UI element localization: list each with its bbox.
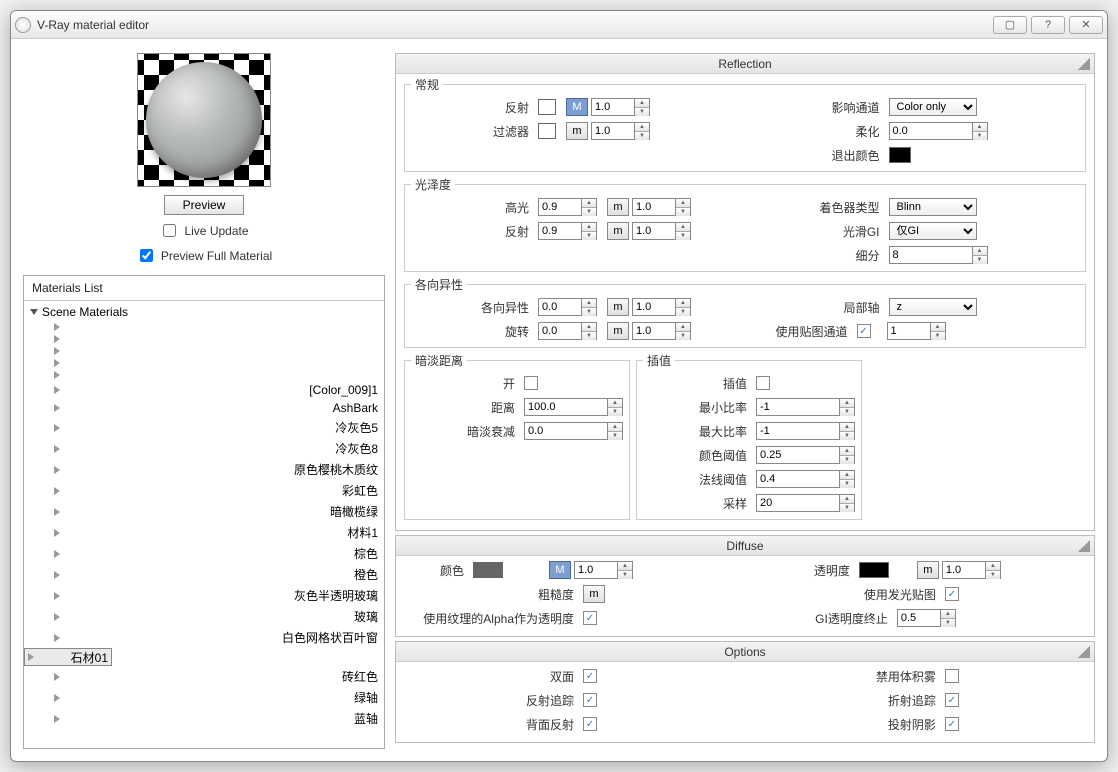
preview-full-checkbox[interactable]: Preview Full Material bbox=[136, 246, 272, 265]
options-header[interactable]: Options bbox=[396, 642, 1094, 662]
exit-color[interactable] bbox=[889, 147, 911, 163]
interp-checkbox[interactable] bbox=[756, 376, 770, 390]
gi-select[interactable]: 仅GI bbox=[889, 222, 977, 240]
tree-item[interactable]: 材料1 bbox=[24, 522, 384, 543]
tree-item[interactable] bbox=[24, 333, 384, 345]
ds-checkbox[interactable]: ✓ bbox=[583, 669, 597, 683]
filter-color[interactable] bbox=[538, 123, 556, 139]
tree-item[interactable]: 蓝轴 bbox=[24, 708, 384, 729]
reflection-section: Reflection 常规 反射M▲▼ 过滤器m▲▼ 影响通道Color onl… bbox=[395, 53, 1095, 531]
tree-item[interactable]: 橙色 bbox=[24, 564, 384, 585]
app-icon bbox=[15, 17, 31, 33]
rough-map-button[interactable]: m bbox=[583, 585, 605, 603]
tree-item[interactable]: 灰色半透明玻璃 bbox=[24, 585, 384, 606]
preview-thumbnail bbox=[137, 53, 271, 187]
window-title: V-Ray material editor bbox=[37, 18, 989, 32]
reflection-header[interactable]: Reflection bbox=[396, 54, 1094, 74]
titlebar: V-Ray material editor ▢ ? ✕ bbox=[11, 11, 1107, 39]
tree-item[interactable]: [Color_009]1 bbox=[24, 381, 384, 399]
materials-list-panel: Materials List Scene Materials [Color_00… bbox=[23, 275, 385, 749]
reflect-amount[interactable] bbox=[591, 98, 635, 116]
materials-list-title: Materials List bbox=[24, 276, 384, 301]
tree-item[interactable]: 白色网格状百叶窗 bbox=[24, 627, 384, 648]
emap-checkbox[interactable]: ✓ bbox=[945, 587, 959, 601]
tree-item[interactable]: 原色樱桃木质纹 bbox=[24, 459, 384, 480]
subdiv-input[interactable] bbox=[889, 246, 973, 264]
refl-gloss-input[interactable] bbox=[538, 222, 582, 240]
tree-item[interactable]: 暗橄榄绿 bbox=[24, 501, 384, 522]
tree-item[interactable] bbox=[24, 321, 384, 333]
axis-select[interactable]: z bbox=[889, 298, 977, 316]
diffuse-header[interactable]: Diffuse bbox=[396, 536, 1094, 556]
help-button[interactable]: ? bbox=[1031, 16, 1065, 34]
window: V-Ray material editor ▢ ? ✕ Preview Live… bbox=[10, 10, 1108, 762]
cs-checkbox[interactable]: ✓ bbox=[945, 717, 959, 731]
vf-checkbox[interactable] bbox=[945, 669, 959, 683]
tree-item[interactable]: 砖红色 bbox=[24, 666, 384, 687]
soften-input[interactable] bbox=[889, 122, 973, 140]
hilight-map-button[interactable]: m bbox=[607, 198, 629, 216]
preview-button[interactable]: Preview bbox=[164, 195, 245, 215]
diffuse-section: Diffuse 颜色M▲▼ 粗糙度m 使用纹理的Alpha作为透明度✓ 透明度m… bbox=[395, 535, 1095, 637]
affect-channel-select[interactable]: Color only bbox=[889, 98, 977, 116]
tree-item[interactable]: 玻璃 bbox=[24, 606, 384, 627]
materials-list[interactable]: Scene Materials [Color_009]1AshBark冷灰色5冷… bbox=[24, 301, 384, 748]
opac-color[interactable] bbox=[859, 562, 889, 578]
tree-item[interactable]: 棕色 bbox=[24, 543, 384, 564]
tree-item[interactable]: 绿轴 bbox=[24, 687, 384, 708]
alpha-checkbox[interactable]: ✓ bbox=[583, 611, 597, 625]
options-section: Options 双面✓ 反射追踪✓ 背面反射✓ 禁用体积雾 折射追踪✓ 投射阴影… bbox=[395, 641, 1095, 743]
tree-item[interactable] bbox=[24, 345, 384, 357]
reflect-color[interactable] bbox=[538, 99, 556, 115]
min-button[interactable]: ▢ bbox=[993, 16, 1027, 34]
close-button[interactable]: ✕ bbox=[1069, 16, 1103, 34]
tree-item[interactable]: 石材01 bbox=[24, 648, 112, 666]
dim-on-checkbox[interactable] bbox=[524, 376, 538, 390]
filter-map-button[interactable]: m bbox=[566, 122, 588, 140]
tree-item[interactable] bbox=[24, 357, 384, 369]
tree-root[interactable]: Scene Materials bbox=[24, 303, 384, 321]
diffuse-map-button[interactable]: M bbox=[549, 561, 571, 579]
tree-item[interactable]: 冷灰色8 bbox=[24, 438, 384, 459]
tree-item[interactable]: 彩虹色 bbox=[24, 480, 384, 501]
tree-item[interactable]: AshBark bbox=[24, 399, 384, 417]
rft-checkbox[interactable]: ✓ bbox=[945, 693, 959, 707]
filter-amount[interactable] bbox=[591, 122, 635, 140]
reflect-map-button[interactable]: M bbox=[566, 98, 588, 116]
br-checkbox[interactable]: ✓ bbox=[583, 717, 597, 731]
shader-select[interactable]: Blinn bbox=[889, 198, 977, 216]
tree-item[interactable]: 冷灰色5 bbox=[24, 417, 384, 438]
live-update-checkbox[interactable]: Live Update bbox=[159, 221, 248, 240]
tree-item[interactable] bbox=[24, 369, 384, 381]
diffuse-color[interactable] bbox=[473, 562, 503, 578]
usemap-checkbox[interactable]: ✓ bbox=[857, 324, 871, 338]
hilight-input[interactable] bbox=[538, 198, 582, 216]
rt-checkbox[interactable]: ✓ bbox=[583, 693, 597, 707]
